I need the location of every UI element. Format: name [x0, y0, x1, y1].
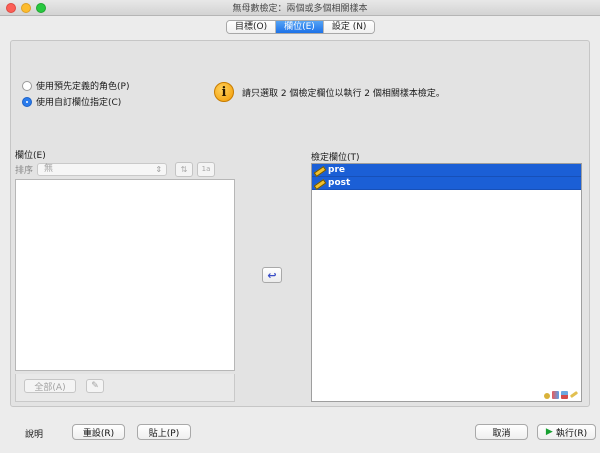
- play-icon: ▶: [545, 427, 553, 437]
- radio-label: 使用自訂欄位指定(C): [36, 98, 122, 108]
- list-item[interactable]: pre: [312, 164, 581, 177]
- info-message: i 請只選取 2 個檢定欄位以執行 2 個相關樣本檢定。: [214, 82, 445, 102]
- fields-list-footer: 全部(A) ✎: [15, 374, 235, 402]
- maximize-window-button[interactable]: [36, 3, 46, 13]
- radio-custom-fields[interactable]: 使用自訂欄位指定(C): [22, 95, 121, 108]
- cancel-button[interactable]: 取消: [475, 424, 528, 440]
- sort-alpha-icon: 1a: [201, 165, 211, 173]
- scale-icon: [569, 390, 579, 399]
- reset-button[interactable]: 重設(R): [72, 424, 125, 440]
- move-to-fields-button[interactable]: ↩: [262, 267, 282, 283]
- info-icon: i: [214, 82, 234, 102]
- test-fields-label: 檢定欄位(T): [311, 153, 360, 163]
- bar-icon: [561, 391, 568, 399]
- scale-variable-icon: [314, 179, 324, 188]
- all-button-label: 全部(A): [34, 382, 66, 393]
- radio-label: 使用預先定義的角色(P): [36, 82, 130, 92]
- radio-button-checked[interactable]: [22, 96, 32, 107]
- close-window-button[interactable]: [6, 3, 16, 13]
- window-controls: [6, 3, 46, 13]
- radio-predefined-roles[interactable]: 使用預先定義的角色(P): [22, 79, 129, 92]
- arrow-left-icon: ↩: [267, 268, 277, 282]
- cancel-label: 取消: [492, 428, 511, 439]
- run-label: 執行(R): [555, 428, 588, 439]
- edit-button[interactable]: ✎: [86, 379, 104, 393]
- sort-order-button[interactable]: ⇅: [175, 161, 194, 177]
- run-button[interactable]: ▶ 執行(R): [537, 424, 596, 440]
- test-fields-list[interactable]: pre post: [311, 163, 582, 402]
- nominal-icon: [544, 393, 550, 399]
- ordinal-icon: [552, 391, 559, 399]
- measurement-icons: [544, 390, 579, 399]
- window-title: 無母數檢定：兩個或多個相關樣本: [232, 4, 368, 14]
- list-item-label: pre: [328, 165, 345, 175]
- fields-list[interactable]: [15, 179, 235, 371]
- sort-arrows-icon: ⇅: [180, 164, 188, 174]
- paste-label: 貼上(P): [148, 428, 180, 439]
- radio-button[interactable]: [22, 80, 32, 91]
- help-link[interactable]: 說明: [25, 427, 43, 440]
- title-bar: 無母數檢定：兩個或多個相關樣本: [0, 0, 600, 16]
- tab-settings[interactable]: 設定 (N): [323, 21, 375, 33]
- minimize-window-button[interactable]: [21, 3, 31, 13]
- sort-value: 無: [44, 163, 54, 174]
- tab-bar: 目標(O) 欄位(E) 設定 (N): [226, 20, 376, 34]
- list-item[interactable]: post: [312, 177, 581, 190]
- paste-button[interactable]: 貼上(P): [137, 424, 191, 440]
- pencil-icon: ✎: [91, 381, 99, 391]
- sort-select[interactable]: 無 ⇕: [37, 162, 168, 176]
- list-item-label: post: [328, 178, 351, 188]
- reset-label: 重設(R): [82, 428, 115, 439]
- fields-label: 欄位(E): [15, 151, 46, 161]
- info-text: 請只選取 2 個檢定欄位以執行 2 個相關樣本檢定。: [242, 88, 445, 99]
- all-button[interactable]: 全部(A): [24, 379, 76, 393]
- sort-label: 排序: [15, 165, 34, 176]
- chevron-updown-icon: ⇕: [155, 164, 163, 174]
- tab-fields[interactable]: 欄位(E): [276, 21, 324, 33]
- scale-variable-icon: [314, 166, 324, 175]
- sort-alpha-button[interactable]: 1a: [197, 161, 216, 177]
- tab-objective[interactable]: 目標(O): [227, 21, 277, 33]
- sort-row: 排序 無 ⇕ ⇅ 1a: [15, 161, 235, 177]
